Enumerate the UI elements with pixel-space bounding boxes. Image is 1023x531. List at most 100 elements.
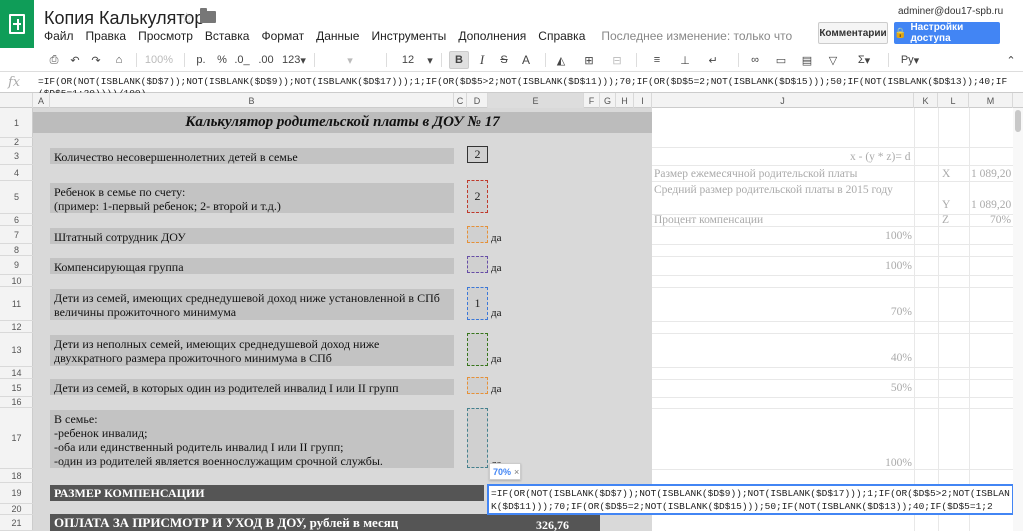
wrap-icon[interactable]: ↵ — [704, 51, 722, 69]
payment-label[interactable]: ОПЛАТА ЗА ПРИСМОТР И УХОД В ДОУ, рублей … — [50, 514, 600, 531]
chevron-down-icon[interactable]: ▾ — [425, 51, 435, 69]
cell-formula-editor[interactable]: =IF(OR(NOT(ISBLANK($D$7));NOT(ISBLANK($D… — [487, 484, 1014, 515]
row-header[interactable]: 6 — [0, 214, 33, 226]
menu-help[interactable]: Справка — [538, 29, 585, 43]
fill-color-icon[interactable]: ◭ — [552, 51, 570, 69]
param-value-z[interactable]: 70% — [990, 214, 1011, 226]
input-low-income[interactable]: 1 — [467, 287, 488, 320]
param-value-x[interactable]: 1 089,20 — [971, 168, 1011, 180]
row-header[interactable]: 8 — [0, 244, 33, 256]
column-header[interactable]: C — [454, 93, 467, 108]
column-header[interactable]: A — [33, 93, 50, 108]
menu-data[interactable]: Данные — [316, 29, 359, 43]
row-header[interactable]: 15 — [0, 379, 33, 397]
sheet-title[interactable]: Калькулятор родительской платы в ДОУ № 1… — [33, 114, 652, 131]
question-disabled-parent[interactable]: Дети из семей, в которых один из родител… — [50, 379, 454, 395]
text-color-button[interactable]: A — [518, 51, 534, 69]
percent-value[interactable]: 40% — [850, 352, 912, 364]
param-value-y[interactable]: 1 089,20 — [971, 199, 1011, 211]
percent-value[interactable]: 70% — [850, 306, 912, 318]
align-icon[interactable]: ≡ — [648, 51, 666, 69]
param-var-z[interactable]: Z — [942, 214, 949, 226]
question-single-parent[interactable]: Дети из неполных семей, имеющих среднеду… — [50, 335, 454, 366]
scrollbar-thumb[interactable] — [1015, 110, 1021, 132]
menu-file[interactable]: Файл — [44, 29, 74, 43]
functions-button[interactable]: Σ ▾ — [850, 51, 878, 69]
question-staff[interactable]: Штатный сотрудник ДОУ — [50, 228, 454, 244]
param-label-z[interactable]: Процент компенсации — [654, 214, 763, 226]
close-icon[interactable]: × — [514, 467, 519, 477]
chart-icon[interactable]: ▤ — [798, 51, 816, 69]
valign-icon[interactable]: ⊥ — [676, 51, 694, 69]
font-size-select[interactable]: 12 — [396, 51, 420, 69]
row-header[interactable]: 2 — [0, 137, 33, 147]
row-header[interactable]: 1 — [0, 108, 33, 138]
borders-icon[interactable]: ⊞ — [580, 51, 598, 69]
folder-icon[interactable] — [200, 8, 216, 23]
print-icon[interactable]: ⎙ — [45, 51, 63, 69]
column-header[interactable]: D — [467, 93, 488, 108]
column-header[interactable]: F — [584, 93, 600, 108]
star-icon[interactable]: ☆ — [180, 9, 193, 27]
input-tools-button[interactable]: Ру ▾ — [896, 51, 924, 69]
column-header[interactable]: B — [50, 93, 454, 108]
row-header[interactable]: 14 — [0, 367, 33, 379]
collapse-icon[interactable]: ⌃ — [1004, 51, 1018, 69]
percent-format-button[interactable]: % — [215, 51, 229, 69]
column-header[interactable]: I — [634, 93, 652, 108]
currency-format-button[interactable]: р. — [192, 51, 210, 69]
row-header[interactable]: 17 — [0, 408, 33, 469]
column-header[interactable]: E — [488, 93, 584, 108]
formula-hint[interactable]: x - (y * z)= d — [850, 151, 910, 163]
decrease-decimals-button[interactable]: .0_ — [232, 51, 252, 69]
menu-edit[interactable]: Правка — [86, 29, 127, 43]
percent-value[interactable]: 100% — [850, 230, 912, 242]
increase-decimals-button[interactable]: .00 — [256, 51, 276, 69]
strikethrough-button[interactable]: S — [496, 51, 512, 69]
more-formats-button[interactable]: 123 ▾ — [281, 51, 307, 69]
percent-value[interactable]: 100% — [850, 457, 912, 469]
compensation-label[interactable]: РАЗМЕР КОМПЕНСАЦИИ — [50, 485, 484, 501]
row-header[interactable]: 19 — [0, 483, 33, 504]
row-header[interactable]: 20 — [0, 504, 33, 515]
filter-icon[interactable]: ▽ — [824, 51, 842, 69]
select-all-corner[interactable] — [0, 93, 33, 108]
menu-addons[interactable]: Дополнения — [458, 29, 526, 43]
param-var-y[interactable]: Y — [942, 199, 950, 211]
row-header[interactable]: 10 — [0, 275, 33, 287]
percent-value[interactable]: 100% — [850, 260, 912, 272]
column-header[interactable]: K — [914, 93, 938, 108]
payment-value[interactable]: 326,76 — [536, 518, 569, 531]
merge-icon[interactable]: ⊟ — [608, 51, 626, 69]
column-header[interactable]: J — [652, 93, 914, 108]
question-children-count[interactable]: Количество несовершеннолетних детей в се… — [50, 148, 454, 164]
param-label-y[interactable]: Средний размер родительской платы в 2015… — [654, 184, 912, 197]
comments-button[interactable]: Комментарии — [818, 22, 888, 44]
question-low-income[interactable]: Дети из семей, имеющих среднедушевой дох… — [50, 289, 454, 320]
question-child-order[interactable]: Ребенок в семье по счету: (пример: 1-пер… — [50, 183, 454, 213]
column-header[interactable]: H — [616, 93, 634, 108]
row-header[interactable]: 21 — [0, 515, 33, 531]
undo-icon[interactable]: ↶ — [66, 51, 84, 69]
column-header[interactable]: M — [969, 93, 1013, 108]
row-header[interactable]: 9 — [0, 256, 33, 275]
user-email[interactable]: adminer@dou17-spb.ru — [898, 6, 1003, 17]
paint-format-icon[interactable]: ⌂ — [110, 51, 128, 69]
link-icon[interactable]: ∞ — [746, 51, 764, 69]
checkbox-disabled-parent[interactable] — [467, 377, 488, 394]
column-header[interactable]: G — [600, 93, 616, 108]
question-family-conditions[interactable]: В семье: -ребенок инвалид; -оба или един… — [50, 410, 454, 468]
param-var-x[interactable]: X — [942, 168, 950, 180]
row-header[interactable]: 7 — [0, 226, 33, 244]
row-header[interactable]: 11 — [0, 287, 33, 321]
input-child-order[interactable]: 2 — [467, 180, 488, 213]
row-header[interactable]: 16 — [0, 397, 33, 408]
vertical-scrollbar[interactable] — [1013, 108, 1023, 531]
row-header[interactable]: 12 — [0, 321, 33, 333]
row-header[interactable]: 5 — [0, 181, 33, 214]
redo-icon[interactable]: ↷ — [87, 51, 105, 69]
sheets-logo-icon[interactable] — [0, 0, 34, 48]
comment-icon[interactable]: ▭ — [772, 51, 790, 69]
menu-tools[interactable]: Инструменты — [371, 29, 446, 43]
row-header[interactable]: 18 — [0, 469, 33, 483]
